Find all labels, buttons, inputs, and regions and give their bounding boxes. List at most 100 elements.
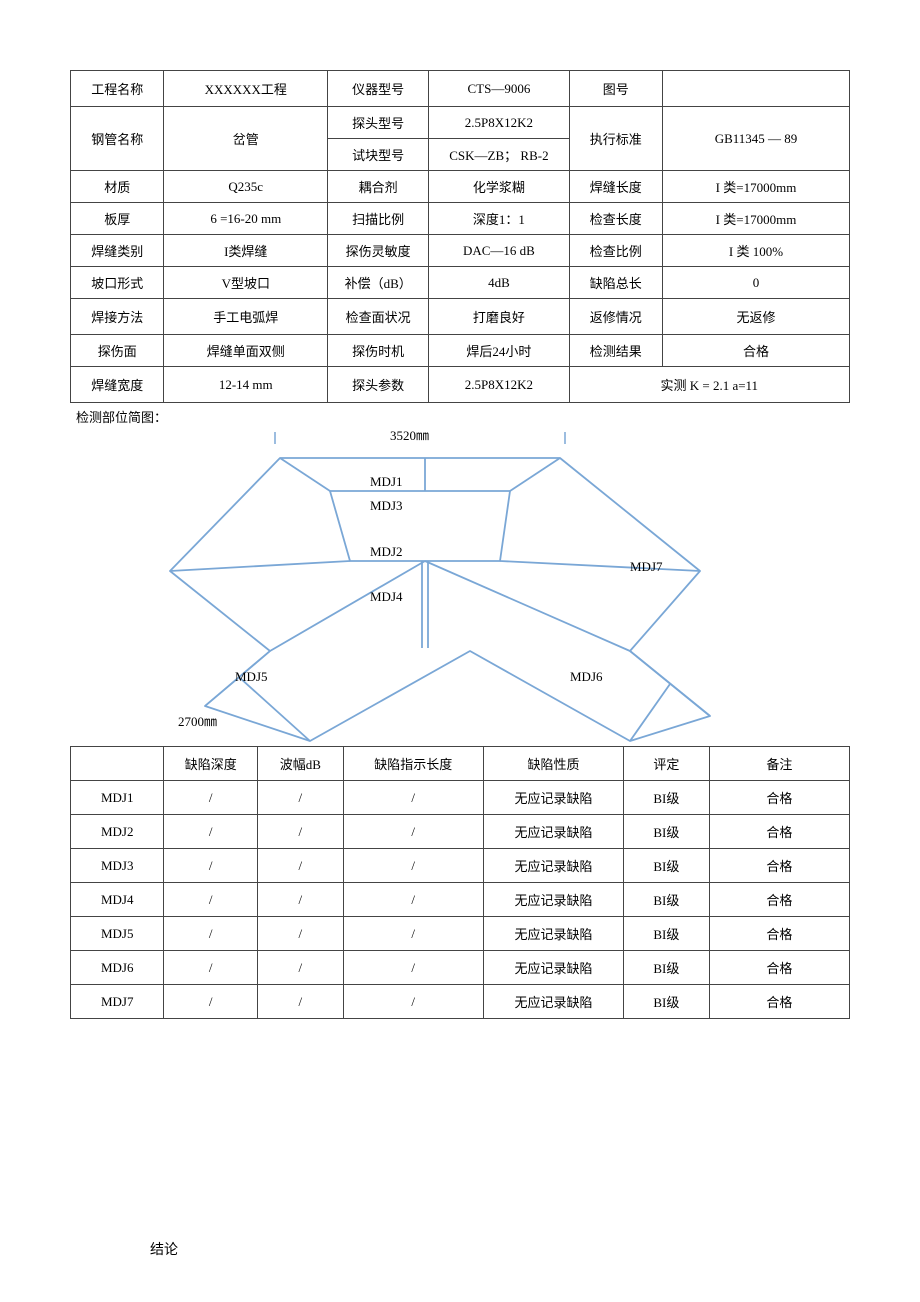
- results-cell: MDJ7: [71, 985, 164, 1019]
- page: 工程名称 XXXXXX工程 仪器型号 CTS—9006 图号 钢管名称 岔管 探…: [0, 0, 920, 1299]
- table-row: MDJ3///无应记录缺陷BI级合格: [71, 849, 850, 883]
- cell-value: [663, 71, 850, 107]
- label-mdj1: MDJ1: [370, 474, 403, 489]
- results-header: 评定: [624, 747, 710, 781]
- info-table: 工程名称 XXXXXX工程 仪器型号 CTS—9006 图号 钢管名称 岔管 探…: [70, 70, 850, 403]
- results-cell: 合格: [709, 883, 849, 917]
- cell-label: 耦合剂: [328, 171, 429, 203]
- cell-label: 扫描比例: [328, 203, 429, 235]
- cell-value: DAC—16 dB: [429, 235, 569, 267]
- cell-value: CTS—9006: [429, 71, 569, 107]
- results-cell: 合格: [709, 951, 849, 985]
- results-cell: 合格: [709, 815, 849, 849]
- cell-value: CSK—ZB； RB-2: [429, 139, 569, 171]
- results-cell: /: [343, 849, 483, 883]
- table-row: MDJ6///无应记录缺陷BI级合格: [71, 951, 850, 985]
- results-cell: /: [343, 917, 483, 951]
- results-cell: BI级: [624, 781, 710, 815]
- results-cell: /: [343, 951, 483, 985]
- cell-label: 探头参数: [328, 367, 429, 403]
- dim-left: 2700㎜: [178, 714, 217, 729]
- results-cell: BI级: [624, 917, 710, 951]
- results-cell: 合格: [709, 849, 849, 883]
- results-cell: /: [164, 951, 257, 985]
- results-cell: MDJ5: [71, 917, 164, 951]
- results-cell: BI级: [624, 985, 710, 1019]
- cell-label: 钢管名称: [71, 107, 164, 171]
- results-cell: /: [343, 781, 483, 815]
- cell-label: 焊缝类别: [71, 235, 164, 267]
- cell-value: 打磨良好: [429, 299, 569, 335]
- label-mdj6: MDJ6: [570, 669, 603, 684]
- results-cell: /: [164, 781, 257, 815]
- label-mdj7: MDJ7: [630, 559, 663, 574]
- cell-label: 焊接方法: [71, 299, 164, 335]
- cell-value: I类焊缝: [164, 235, 328, 267]
- cell-value: 无返修: [663, 299, 850, 335]
- cell-label: 返修情况: [569, 299, 662, 335]
- diagram-svg: 3520㎜: [70, 426, 850, 746]
- cell-value: 合格: [663, 335, 850, 367]
- results-cell: 合格: [709, 917, 849, 951]
- table-row: MDJ5///无应记录缺陷BI级合格: [71, 917, 850, 951]
- results-cell: BI级: [624, 815, 710, 849]
- results-cell: /: [164, 985, 257, 1019]
- results-cell: /: [257, 951, 343, 985]
- results-cell: /: [257, 781, 343, 815]
- diagram-label: 检测部位简图：: [76, 407, 850, 426]
- results-cell: BI级: [624, 883, 710, 917]
- cell-label: 探伤面: [71, 335, 164, 367]
- cell-label: 焊缝长度: [569, 171, 662, 203]
- cell-label: 板厚: [71, 203, 164, 235]
- results-cell: BI级: [624, 849, 710, 883]
- cell-value: Q235c: [164, 171, 328, 203]
- results-cell: 无应记录缺陷: [483, 917, 623, 951]
- cell-label: 检查比例: [569, 235, 662, 267]
- results-cell: /: [164, 815, 257, 849]
- cell-label: 缺陷总长: [569, 267, 662, 299]
- cell-label: 焊缝宽度: [71, 367, 164, 403]
- cell-value: GB11345 — 89: [663, 107, 850, 171]
- cell-value: XXXXXX工程: [164, 71, 328, 107]
- results-cell: /: [343, 985, 483, 1019]
- results-header: [71, 747, 164, 781]
- cell-label: 探伤灵敏度: [328, 235, 429, 267]
- cell-value: I 类 100%: [663, 235, 850, 267]
- cell-label: 检查面状况: [328, 299, 429, 335]
- results-header: 备注: [709, 747, 849, 781]
- label-mdj5: MDJ5: [235, 669, 268, 684]
- results-cell: 无应记录缺陷: [483, 815, 623, 849]
- results-header: 缺陷指示长度: [343, 747, 483, 781]
- cell-value: 焊后24小时: [429, 335, 569, 367]
- results-cell: 无应记录缺陷: [483, 781, 623, 815]
- cell-label: 检查长度: [569, 203, 662, 235]
- cell-label: 探伤时机: [328, 335, 429, 367]
- cell-value: I 类=17000mm: [663, 203, 850, 235]
- cell-value: 手工电弧焊: [164, 299, 328, 335]
- results-cell: /: [257, 849, 343, 883]
- cell-value: 实测 K = 2.1 a=11: [569, 367, 849, 403]
- label-mdj4: MDJ4: [370, 589, 403, 604]
- results-cell: /: [257, 883, 343, 917]
- cell-label: 图号: [569, 71, 662, 107]
- cell-value: I 类=17000mm: [663, 171, 850, 203]
- results-cell: /: [343, 883, 483, 917]
- results-cell: MDJ1: [71, 781, 164, 815]
- results-cell: /: [164, 917, 257, 951]
- cell-value: 4dB: [429, 267, 569, 299]
- results-header: 缺陷深度: [164, 747, 257, 781]
- table-row: MDJ7///无应记录缺陷BI级合格: [71, 985, 850, 1019]
- results-table: 缺陷深度 波幅dB 缺陷指示长度 缺陷性质 评定 备注 MDJ1///无应记录缺…: [70, 746, 850, 1019]
- cell-label: 工程名称: [71, 71, 164, 107]
- results-cell: MDJ6: [71, 951, 164, 985]
- results-cell: 无应记录缺陷: [483, 985, 623, 1019]
- results-cell: 无应记录缺陷: [483, 883, 623, 917]
- results-cell: MDJ3: [71, 849, 164, 883]
- results-cell: 合格: [709, 985, 849, 1019]
- cell-label: 材质: [71, 171, 164, 203]
- cell-label: 试块型号: [328, 139, 429, 171]
- cell-label: 仪器型号: [328, 71, 429, 107]
- dim-top: 3520㎜: [390, 428, 429, 443]
- cell-label: 坡口形式: [71, 267, 164, 299]
- results-cell: MDJ2: [71, 815, 164, 849]
